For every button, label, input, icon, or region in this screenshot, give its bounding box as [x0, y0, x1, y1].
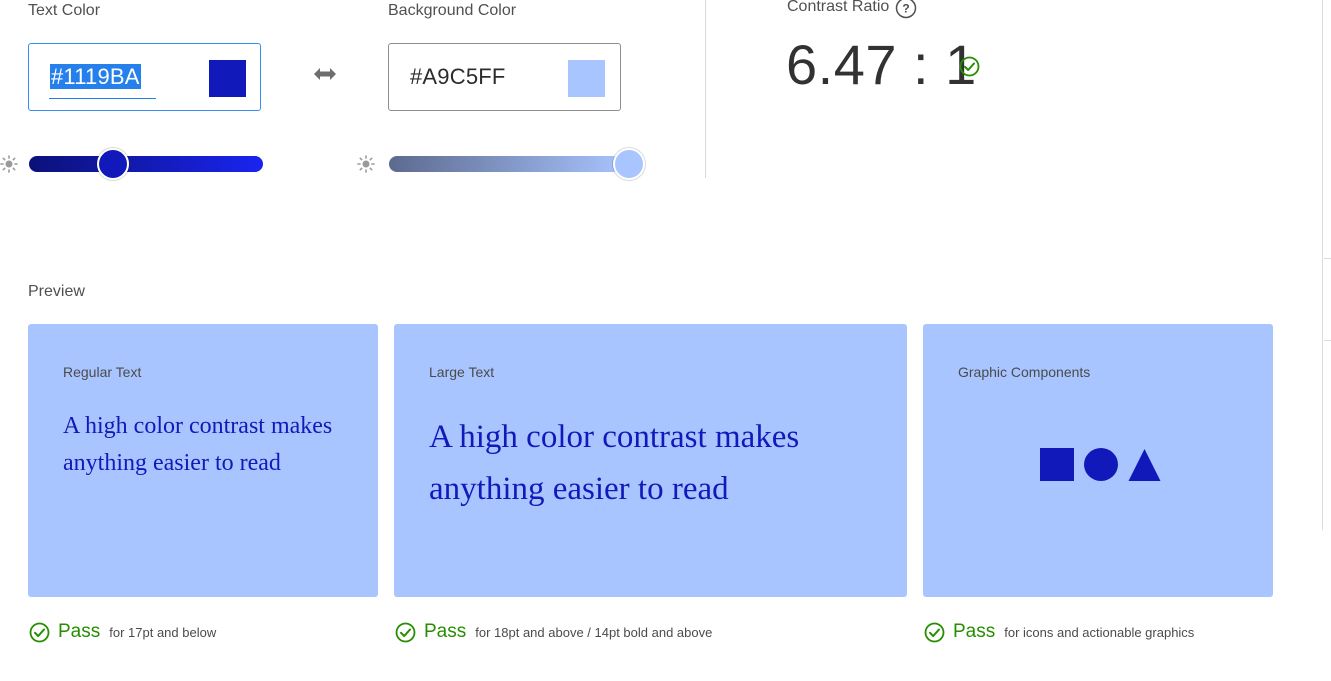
- scrollbar-track[interactable]: [1322, 0, 1323, 530]
- background-brightness-slider-thumb[interactable]: [613, 148, 645, 180]
- pass-status: Pass: [424, 621, 467, 642]
- check-circle-icon: [959, 56, 980, 77]
- background-color-field[interactable]: #A9C5FF: [388, 43, 621, 111]
- card-title: Regular Text: [63, 364, 142, 380]
- regular-text-sample: A high color contrast makes anything eas…: [63, 413, 333, 476]
- text-color-label: Text Color: [28, 2, 101, 19]
- contrast-ratio-label: Contrast Ratio: [787, 0, 890, 15]
- text-color-field[interactable]: #1119BA: [28, 43, 261, 111]
- text-brightness-slider-thumb[interactable]: [97, 148, 130, 180]
- circle-shape-icon: [1084, 448, 1118, 481]
- regular-text-card: Regular Text A high color contrast makes…: [28, 324, 378, 597]
- background-color-label: Background Color: [388, 2, 517, 19]
- contrast-ratio-value: 6.47 : 1: [786, 33, 977, 96]
- scroll-tick: [1324, 340, 1331, 341]
- large-text-card: Large Text A high color contrast makes a…: [394, 324, 907, 597]
- swap-arrows-icon[interactable]: [313, 66, 337, 82]
- triangle-shape-icon: [1128, 449, 1161, 481]
- pass-note: for 18pt and above / 14pt bold and above: [475, 624, 713, 640]
- check-circle-icon: [924, 622, 945, 642]
- graphic-components-card: Graphic Components: [923, 324, 1273, 597]
- large-text-result: Pass for 18pt and above / 14pt bold and …: [395, 619, 712, 645]
- large-text-sample: A high color contrast makes anything eas…: [429, 419, 800, 507]
- background-color-hex-value[interactable]: #A9C5FF: [410, 64, 506, 90]
- scroll-tick: [1324, 258, 1331, 259]
- graphic-components-result: Pass for icons and actionable graphics: [924, 619, 1194, 645]
- text-brightness-slider[interactable]: [29, 156, 263, 172]
- pass-note: for icons and actionable graphics: [1004, 624, 1195, 640]
- question-circle-icon[interactable]: ?: [895, 0, 917, 19]
- square-shape-icon: [1040, 448, 1074, 481]
- regular-text-result: Pass for 17pt and below: [29, 619, 216, 645]
- text-color-hex-value[interactable]: #1119BA: [50, 64, 141, 90]
- pass-status: Pass: [953, 621, 996, 642]
- section-divider: [705, 0, 706, 178]
- brightness-icon: [357, 155, 375, 173]
- text-color-swatch[interactable]: [209, 60, 246, 97]
- check-circle-icon: [29, 622, 50, 642]
- preview-label: Preview: [28, 283, 85, 300]
- card-title: Large Text: [429, 364, 495, 380]
- brightness-icon: [0, 155, 18, 173]
- check-circle-icon: [395, 622, 416, 642]
- svg-text:?: ?: [902, 2, 909, 16]
- pass-status: Pass: [58, 621, 101, 642]
- background-brightness-slider[interactable]: [389, 156, 629, 172]
- card-title: Graphic Components: [958, 364, 1091, 380]
- background-color-swatch[interactable]: [568, 60, 605, 97]
- pass-note: for 17pt and below: [109, 624, 217, 640]
- text-field-underline: [49, 98, 156, 99]
